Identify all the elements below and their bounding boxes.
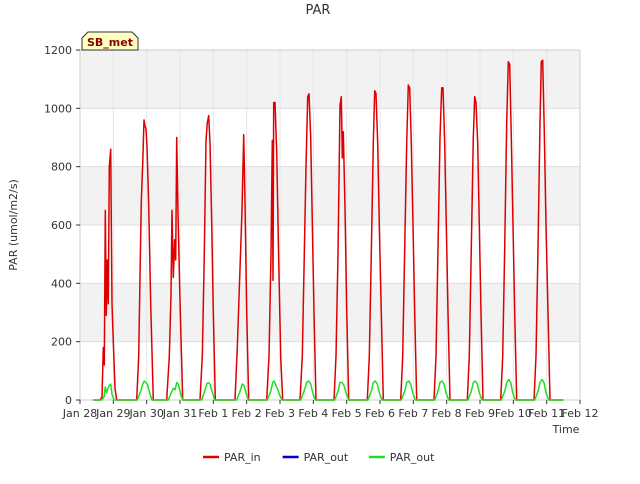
y-tick-label: 1000 bbox=[44, 102, 72, 115]
background-band bbox=[80, 283, 580, 342]
x-tick-label: Feb 1 bbox=[198, 407, 228, 420]
site-label-badge: SB_met bbox=[81, 31, 139, 51]
legend-item: PAR_out bbox=[368, 451, 435, 464]
x-tick-label: Feb 10 bbox=[495, 407, 532, 420]
x-tick-label: Jan 31 bbox=[162, 407, 197, 420]
legend-item: PAR_out bbox=[282, 451, 349, 464]
series-line-par-out-2 bbox=[93, 378, 564, 401]
series-line-par-in-0 bbox=[93, 59, 564, 401]
y-tick-label: 1200 bbox=[44, 44, 72, 57]
x-tick-label: Feb 3 bbox=[265, 407, 295, 420]
x-axis-ticks: Jan 28Jan 29Jan 30Jan 31 Feb 1 Feb 2 Feb 3F… bbox=[62, 400, 599, 420]
y-tick-label: 0 bbox=[65, 394, 72, 407]
series-layer bbox=[93, 59, 564, 401]
y-axis-ticks: 0 200 400 600 800 1000 1200 bbox=[44, 44, 80, 407]
x-tick-label: Feb 4 bbox=[298, 407, 328, 420]
legend-item: PAR_in bbox=[203, 451, 261, 464]
legend-label: PAR_in bbox=[224, 451, 261, 464]
x-tick-label: Feb 9 bbox=[465, 407, 495, 420]
x-tick-label: Feb 12 bbox=[562, 407, 599, 420]
x-tick-label: Jan 30 bbox=[128, 407, 163, 420]
legend-label: PAR_out bbox=[390, 451, 435, 464]
chart-container: PAR 0 200 400 600 800 1000 1200 Jan 28 Jan 29 Ja… bbox=[0, 0, 640, 480]
legend-label: PAR_out bbox=[304, 451, 349, 464]
chart-title: PAR bbox=[306, 3, 331, 18]
background-band bbox=[80, 50, 580, 109]
x-tick-label: Jan 29 bbox=[95, 407, 130, 420]
x-axis-label: Time bbox=[552, 423, 580, 436]
x-tick-label: Feb 7 bbox=[398, 407, 428, 420]
x-tick-label: Feb 6 bbox=[365, 407, 395, 420]
site-label-text: SB_met bbox=[87, 36, 133, 49]
par-chart: PAR 020040060080010001200 Jan 28Jan 29Ja… bbox=[7, 3, 599, 464]
y-tick-label: 200 bbox=[51, 336, 72, 349]
x-tick-label: Feb 8 bbox=[432, 407, 462, 420]
y-tick-label: 400 bbox=[51, 277, 72, 290]
y-axis-label: PAR (umol/m2/s) bbox=[7, 179, 20, 271]
x-tick-label: Jan 28 bbox=[62, 407, 97, 420]
x-tick-label: Feb 2 bbox=[232, 407, 262, 420]
y-tick-label: 600 bbox=[51, 219, 72, 232]
x-tick-label: Feb 5 bbox=[332, 407, 362, 420]
y-tick-label: 800 bbox=[51, 161, 72, 174]
x-tick-label: Feb 11 bbox=[528, 407, 565, 420]
legend: PAR_in PAR_out PAR_out bbox=[203, 451, 435, 464]
